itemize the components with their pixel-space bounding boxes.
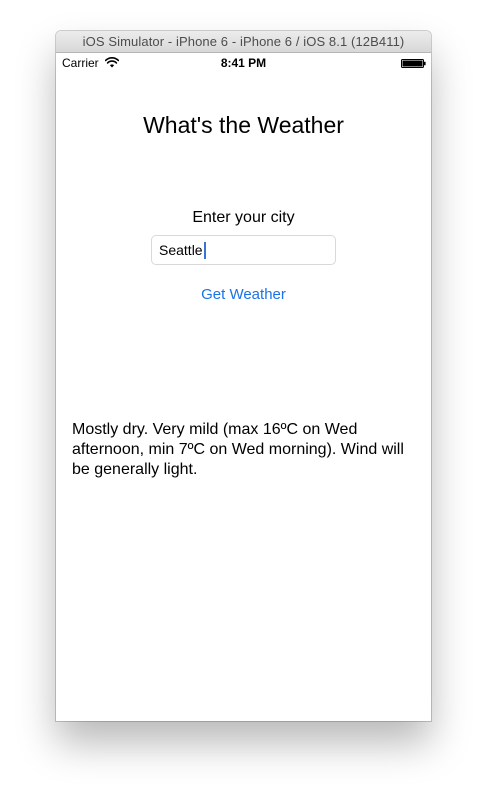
status-time: 8:41 PM xyxy=(220,56,267,70)
simulator-window: iOS Simulator - iPhone 6 - iPhone 6 / iO… xyxy=(56,31,431,721)
desktop-background: iOS Simulator - iPhone 6 - iPhone 6 / iO… xyxy=(0,0,487,801)
window-titlebar[interactable]: iOS Simulator - iPhone 6 - iPhone 6 / iO… xyxy=(56,31,431,53)
status-bar: Carrier 8:41 PM xyxy=(56,53,431,73)
battery-icon xyxy=(401,59,426,68)
page-title: What's the Weather xyxy=(143,112,344,138)
forecast-text: Mostly dry. Very mild (max 16ºC on Wed a… xyxy=(72,421,404,478)
get-weather-button[interactable]: Get Weather xyxy=(56,285,431,305)
city-label: Enter your city xyxy=(192,209,295,226)
text-cursor xyxy=(203,242,206,259)
city-input-container[interactable] xyxy=(151,235,336,265)
window-title: iOS Simulator - iPhone 6 - iPhone 6 / iO… xyxy=(82,34,405,49)
device-screen: Carrier 8:41 PM What's the Weather Enter… xyxy=(56,53,431,721)
city-input[interactable] xyxy=(152,236,335,264)
